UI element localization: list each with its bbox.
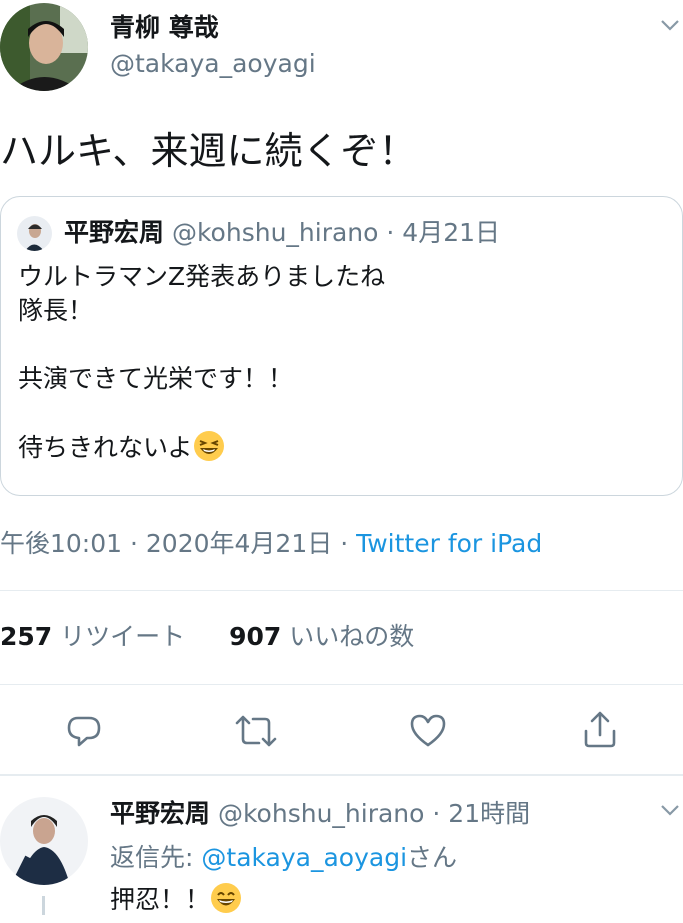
retweets-label: リツイート <box>60 622 186 651</box>
tweet-stats: 257 リツイート 907 いいねの数 <box>0 620 414 654</box>
like-icon[interactable] <box>409 713 447 749</box>
quoted-line: 共演できて光栄です！！ <box>18 364 294 393</box>
reply-to: 返信先: @takaya_aoyagiさん <box>110 841 457 875</box>
reply-avatar[interactable] <box>0 797 88 885</box>
likes-stat[interactable]: 907 いいねの数 <box>229 622 414 651</box>
likes-count: 907 <box>229 622 282 651</box>
reply-user-handle[interactable]: @kohshu_hirano <box>218 799 424 828</box>
tweet-source-link[interactable]: Twitter for iPad <box>356 529 542 558</box>
chevron-down-icon[interactable] <box>660 803 680 817</box>
grinning-face-icon <box>210 882 242 923</box>
quoted-line-text: 待ちきれないよ <box>18 433 193 462</box>
quoted-date: · 4月21日 <box>386 218 501 247</box>
share-icon[interactable] <box>582 709 618 749</box>
likes-label: いいねの数 <box>289 622 415 651</box>
divider <box>0 684 683 685</box>
tweet-timestamp[interactable]: 午後10:01 · 2020年4月21日 <box>0 529 332 558</box>
quoted-user-handle[interactable]: @kohshu_hirano <box>172 218 378 247</box>
reply-text-row: 押忍！！ <box>110 882 242 923</box>
quoted-text: ウルトラマンZ発表ありましたね 隊長！ 共演できて光栄です！！ 待ちきれないよ <box>18 260 385 471</box>
chevron-down-icon[interactable] <box>660 18 680 32</box>
reply-time: · 21時間 <box>432 799 531 828</box>
quoted-header: 平野宏周 @kohshu_hirano · 4月21日 <box>64 216 500 250</box>
avatar[interactable] <box>0 3 88 91</box>
reply-to-label: 返信先: <box>110 843 194 872</box>
laughing-face-icon <box>193 430 225 471</box>
reply-icon[interactable] <box>66 713 102 749</box>
display-name[interactable]: 青柳 尊哉 <box>110 12 219 44</box>
tweet-text: ハルキ、来週に続くぞ！ <box>0 129 417 173</box>
thread-line <box>42 896 45 915</box>
reply-text: 押忍！！ <box>110 885 211 914</box>
user-handle[interactable]: @takaya_aoyagi <box>110 48 316 80</box>
divider <box>0 774 683 776</box>
reply-header: 平野宏周 @kohshu_hirano · 21時間 <box>110 797 530 831</box>
retweets-stat[interactable]: 257 リツイート <box>0 622 185 651</box>
quoted-line: 隊長！ <box>18 296 94 325</box>
quoted-line-last: 待ちきれないよ <box>18 430 385 471</box>
quoted-line: ウルトラマンZ発表ありましたね <box>18 262 386 291</box>
quoted-display-name[interactable]: 平野宏周 <box>64 218 164 247</box>
quoted-avatar[interactable] <box>17 216 52 251</box>
tweet-meta: 午後10:01 · 2020年4月21日 · Twitter for iPad <box>0 528 542 560</box>
retweets-count: 257 <box>0 622 53 651</box>
reply-display-name[interactable]: 平野宏周 <box>110 799 210 828</box>
retweet-icon[interactable] <box>234 713 278 749</box>
reply-to-suffix: さん <box>407 843 458 872</box>
meta-separator: · <box>340 529 349 558</box>
reply-to-handle[interactable]: @takaya_aoyagi <box>201 843 407 872</box>
quoted-line <box>18 396 385 430</box>
quoted-line <box>18 328 385 362</box>
divider <box>0 590 683 591</box>
